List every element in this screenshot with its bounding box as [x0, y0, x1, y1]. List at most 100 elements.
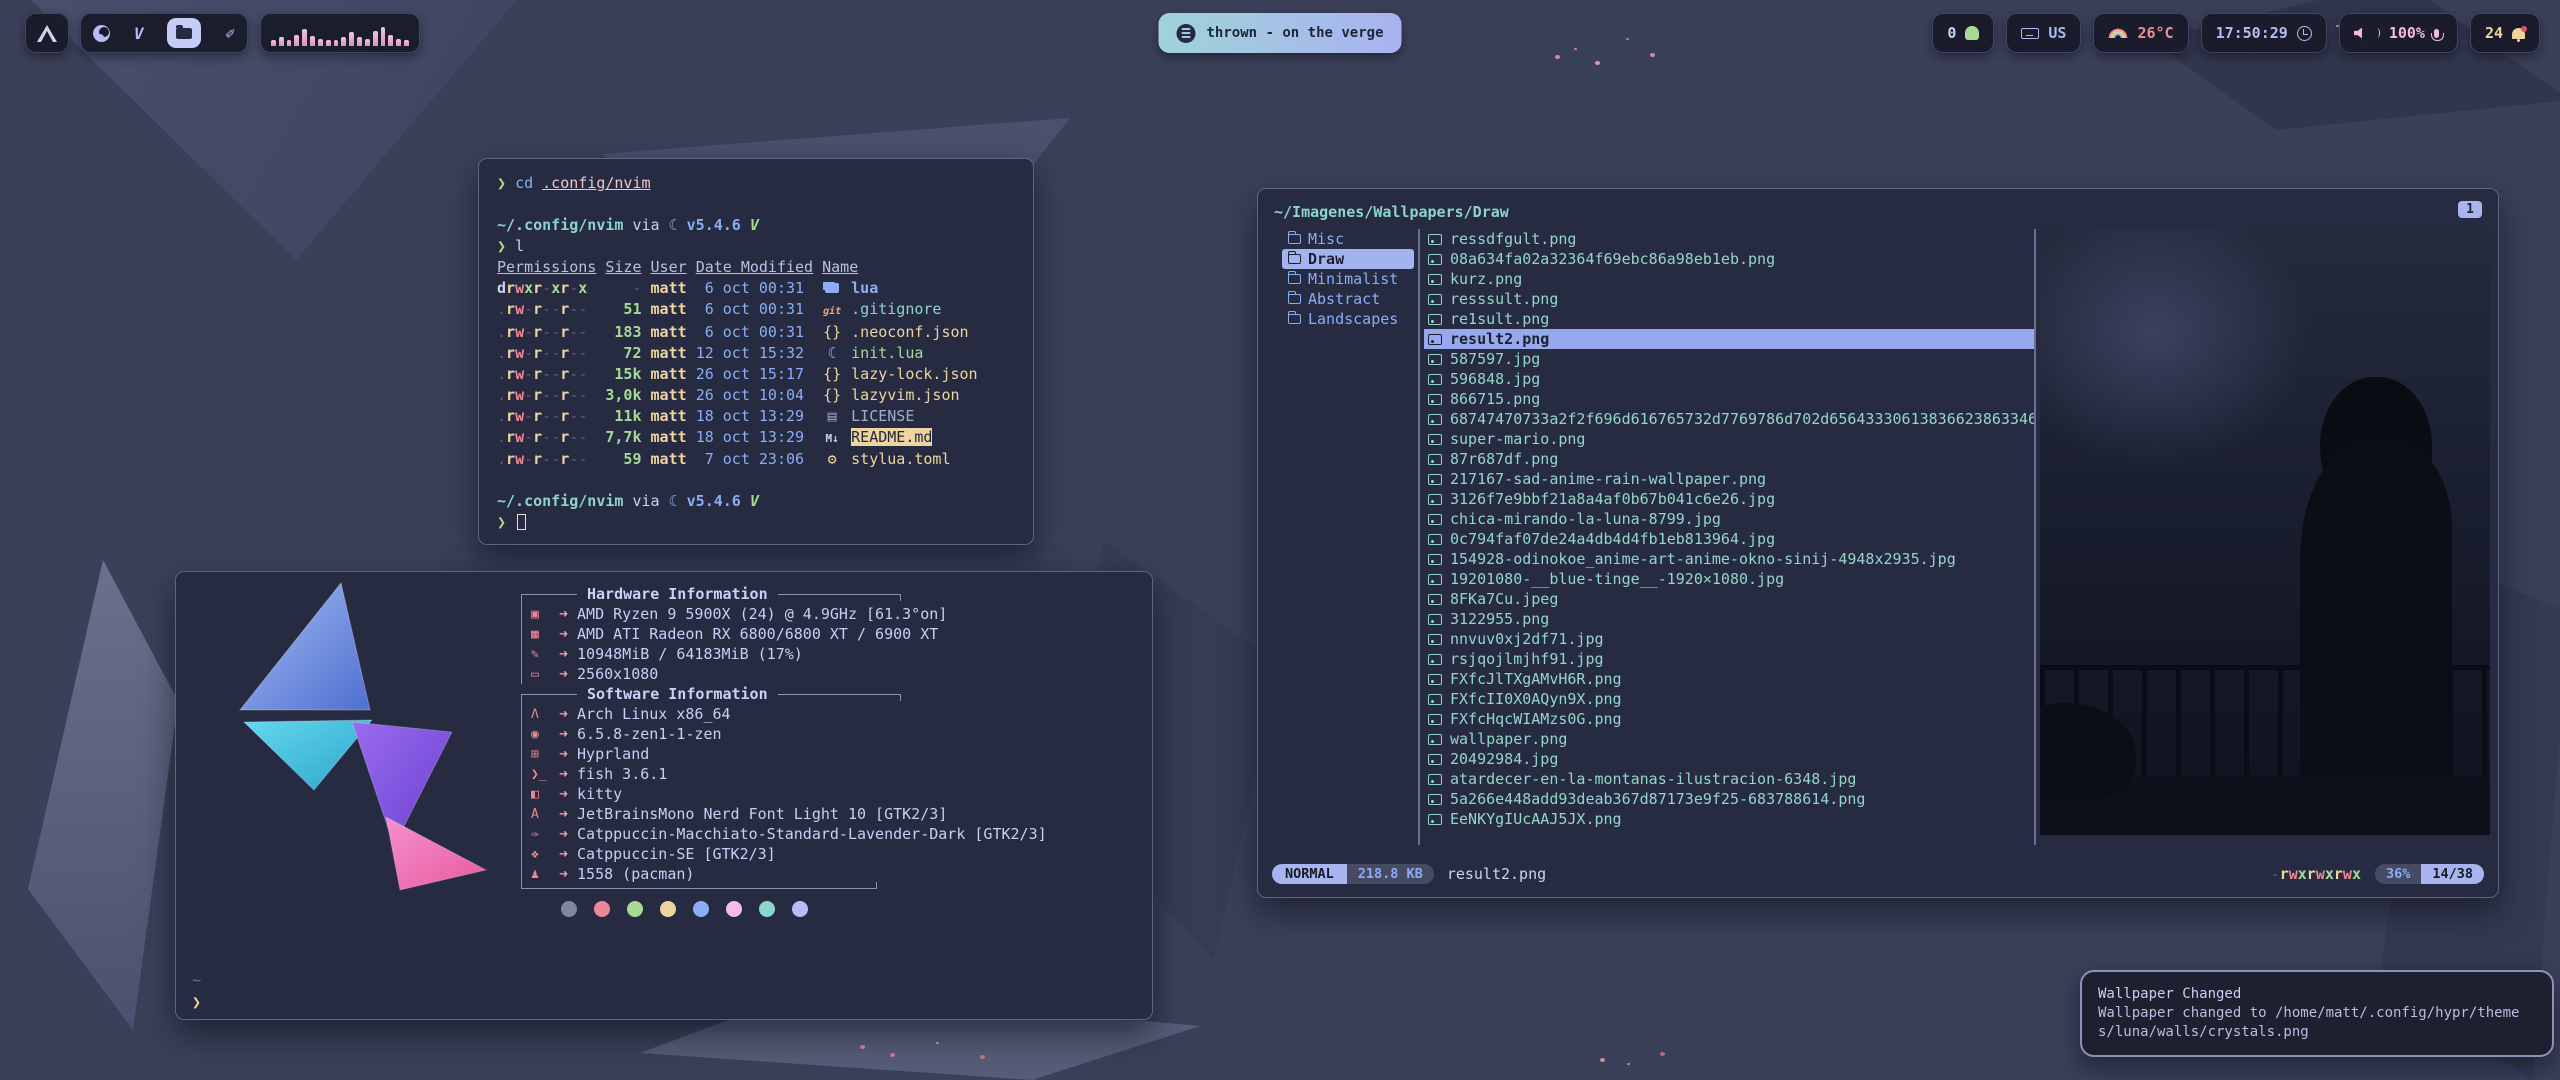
file-list-item[interactable]: 3126f7e9bbf21a8a4af0b67b041c6e26.jpg: [1424, 489, 2034, 509]
file-list-item[interactable]: 08a634fa02a32364f69ebc86a98eb1eb.png: [1424, 249, 2034, 269]
notification-title: Wallpaper Changed: [2098, 985, 2536, 1004]
folder-name: Abstract: [1308, 290, 1380, 308]
software-icon: A: [531, 807, 557, 822]
file-list-item[interactable]: kurz.png: [1424, 269, 2034, 289]
arrow-icon: ➜: [559, 785, 568, 803]
file-list-item[interactable]: resssult.png: [1424, 289, 2034, 309]
graph-widget[interactable]: [260, 13, 420, 53]
file-list-item[interactable]: FXfcII0X0AQyn9X.png: [1424, 689, 2034, 709]
notification-toast[interactable]: Wallpaper Changed Wallpaper changed to /…: [2080, 970, 2554, 1057]
arch-logo-icon: [37, 25, 57, 42]
file-owner: matt: [651, 428, 687, 446]
wallpaper-shard: [28, 560, 178, 1030]
file-date: 26 oct 10:04: [696, 386, 804, 404]
tab-badge[interactable]: 1: [2458, 201, 2482, 218]
launcher-button[interactable]: [25, 13, 69, 53]
file-list-item[interactable]: FXfcJlTXgAMvH6R.png: [1424, 669, 2034, 689]
file-list-item[interactable]: super-mario.png: [1424, 429, 2034, 449]
terminal-window[interactable]: ❯ cd .config/nvim ~/.config/nvim via ☾ v…: [478, 158, 1034, 545]
file-list-item[interactable]: re1sult.png: [1424, 309, 2034, 329]
image-file-icon: [1428, 394, 1442, 405]
folder-icon: [1288, 274, 1301, 284]
file-list-item[interactable]: 87r687df.png: [1424, 449, 2034, 469]
notifications-indicator[interactable]: 24: [2470, 13, 2540, 53]
file-size: 51: [587, 300, 641, 318]
file-name: 0c794faf07de24a4db4d4fb1eb813964.jpg: [1450, 530, 1775, 548]
file-type-icon: ☾: [822, 343, 842, 364]
sidebar-folder-item[interactable]: Abstract: [1282, 289, 1414, 309]
file-list-item[interactable]: 866715.png: [1424, 389, 2034, 409]
weather-indicator[interactable]: 26°C: [2093, 13, 2188, 53]
file-list-item[interactable]: 0c794faf07de24a4db4d4fb1eb813964.jpg: [1424, 529, 2034, 549]
hardware-row: ▣➜AMD Ryzen 9 5900X (24) @ 4.9GHz [61.3°…: [521, 604, 1141, 624]
software-icon: ✑: [531, 827, 557, 842]
file-manager-window[interactable]: ~/Imagenes/Wallpapers/Draw 1 MiscDrawMin…: [1257, 188, 2499, 898]
notification-count: 24: [2485, 24, 2503, 42]
image-file-icon: [1428, 794, 1442, 805]
file-list-item[interactable]: 5a266e448add93deab367d87173e9f25-6837886…: [1424, 789, 2034, 809]
image-file-icon: [1428, 234, 1442, 245]
software-value: Catppuccin-Macchiato-Standard-Lavender-D…: [577, 825, 1047, 843]
file-owner: matt: [651, 450, 687, 468]
graph-bar: [287, 40, 292, 46]
file-list-item[interactable]: 20492984.jpg: [1424, 749, 2034, 769]
file-type-icon: [822, 278, 842, 299]
updates-indicator[interactable]: 0: [1932, 13, 1994, 53]
volume-indicator[interactable]: 100%: [2339, 13, 2458, 53]
file-list-item[interactable]: 217167-sad-anime-rain-wallpaper.png: [1424, 469, 2034, 489]
listing-row: .rw-r--r-- 3,0k matt 26 oct 10:04 {} laz…: [497, 385, 1015, 406]
files-workspace-active[interactable]: [167, 18, 201, 48]
vim-flag-icon: V: [750, 492, 759, 510]
file-list-item[interactable]: 8FKa7Cu.jpeg: [1424, 589, 2034, 609]
permissions: .rw-r--r--: [497, 323, 587, 341]
file-name: resssult.png: [1450, 290, 1558, 308]
brush-workspace-icon[interactable]: ✐: [225, 24, 235, 43]
vim-workspace-icon[interactable]: V: [134, 24, 144, 43]
wallpaper-speckles: [1600, 1058, 1605, 1062]
sidebar-folder-item[interactable]: Draw: [1282, 249, 1414, 269]
file-list-item[interactable]: 596848.jpg: [1424, 369, 2034, 389]
folder-name: Minimalist: [1308, 270, 1398, 288]
fetch-window[interactable]: Hardware Information ▣➜AMD Ryzen 9 5900X…: [175, 571, 1153, 1020]
file-list-item[interactable]: 68747470733a2f2f696d616765732d7769786d70…: [1424, 409, 2034, 429]
file-list-item[interactable]: wallpaper.png: [1424, 729, 2034, 749]
music-widget[interactable]: thrown - on the verge: [1158, 13, 1401, 53]
file-type-icon: ⚙: [822, 449, 842, 470]
sidebar-folder-item[interactable]: Landscapes: [1282, 309, 1414, 329]
file-list-item[interactable]: rsjqojlmjhf91.jpg: [1424, 649, 2034, 669]
file-list-item[interactable]: 3122955.png: [1424, 609, 2034, 629]
prompt-line: ❯ l: [497, 236, 1015, 257]
file-name: init.lua: [851, 344, 923, 362]
software-value: fish 3.6.1: [577, 765, 667, 783]
palette-dot: [594, 901, 610, 917]
arrow-icon: ➜: [559, 765, 568, 783]
keyboard-layout-indicator[interactable]: US: [2006, 13, 2081, 53]
file-list-item[interactable]: FXfcHqcWIAMzs0G.png: [1424, 709, 2034, 729]
file-list-item[interactable]: 587597.jpg: [1424, 349, 2034, 369]
file-permissions: -rwxrwxrwx: [2271, 865, 2361, 883]
file-list-item[interactable]: result2.png: [1424, 329, 2034, 349]
sidebar-folder-item[interactable]: Misc: [1282, 229, 1414, 249]
firefox-workspace-icon[interactable]: [93, 25, 110, 42]
file-list-item[interactable]: chica-mirando-la-luna-8799.jpg: [1424, 509, 2034, 529]
preview-sky-glow: [2040, 229, 2310, 469]
file-list-item[interactable]: 154928-odinokoe_anime-art-anime-okno-sin…: [1424, 549, 2034, 569]
image-file-icon: [1428, 594, 1442, 605]
hardware-value: 10948MiB / 64183MiB (17%): [577, 645, 803, 663]
file-list-item[interactable]: atardecer-en-la-montanas-ilustracion-634…: [1424, 769, 2034, 789]
file-list-item[interactable]: nnvuv0xj2df71.jpg: [1424, 629, 2034, 649]
file-list-item[interactable]: EeNKYgIUcAAJ5JX.png: [1424, 809, 2034, 829]
sidebar-folder-item[interactable]: Minimalist: [1282, 269, 1414, 289]
image-file-icon: [1428, 474, 1442, 485]
clock-indicator[interactable]: 17:50:29: [2201, 13, 2327, 53]
fetch-prompt: ~❯: [192, 969, 201, 1013]
file-list-item[interactable]: ressdfgult.png: [1424, 229, 2034, 249]
file-list-item[interactable]: 19201080-__blue-tinge__-1920×1080.jpg: [1424, 569, 2034, 589]
image-file-icon: [1428, 754, 1442, 765]
graph-bar: [271, 40, 276, 46]
file-type-icon: ▤: [822, 406, 842, 427]
file-size: 15k: [587, 365, 641, 383]
hardware-icon: ▭: [531, 667, 557, 682]
file-date: 7 oct 23:06: [696, 450, 804, 468]
file-date: 6 oct 00:31: [696, 300, 804, 318]
